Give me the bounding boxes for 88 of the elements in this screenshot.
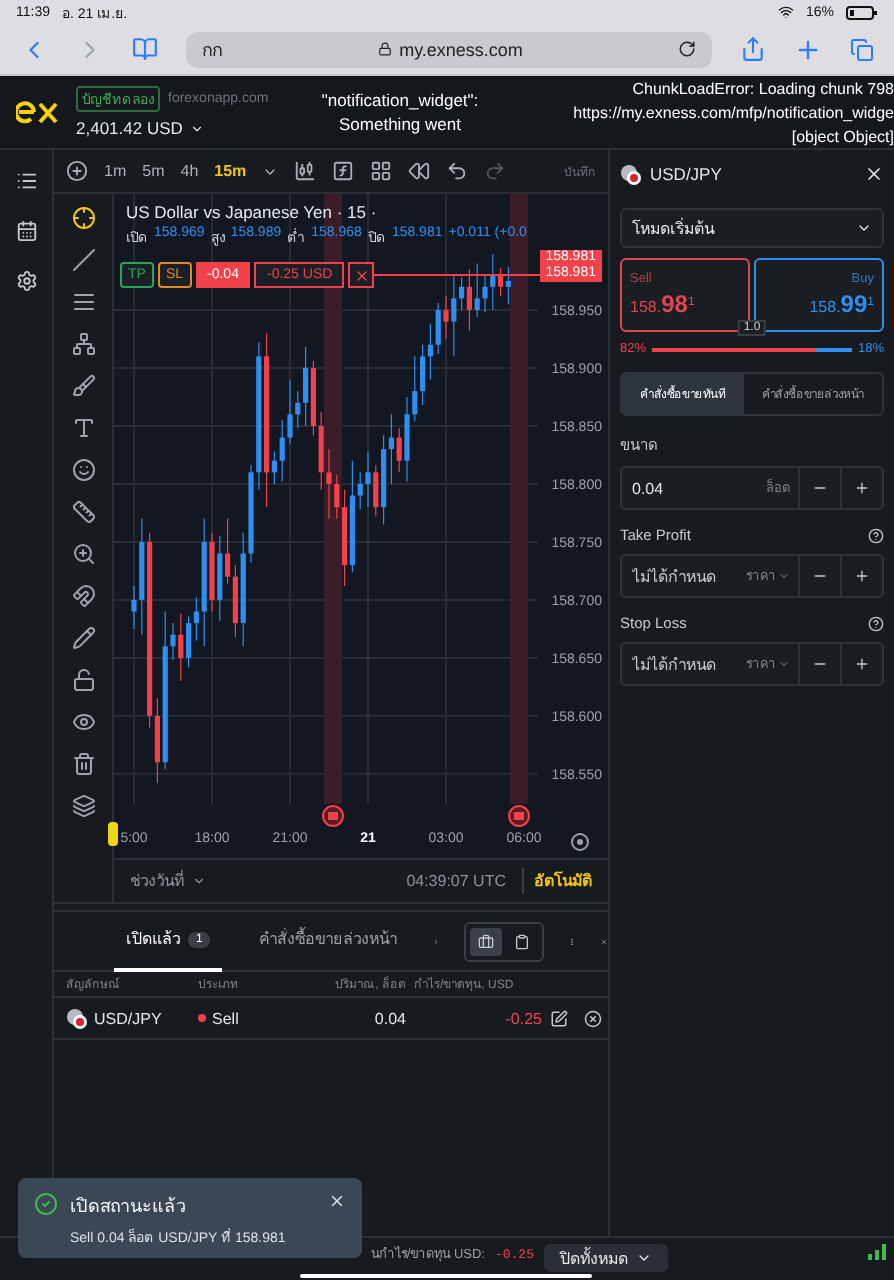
zoom-in-icon[interactable] <box>71 542 95 566</box>
close-icon[interactable] <box>864 164 884 184</box>
magnet-icon[interactable] <box>71 584 95 608</box>
calendar-icon[interactable] <box>15 220 37 242</box>
chevron-down-icon <box>192 874 206 889</box>
crosshair-icon[interactable] <box>71 206 95 230</box>
error-text: [object Object] <box>791 127 894 145</box>
error-text: Something went <box>339 114 461 134</box>
clipboard-icon <box>514 933 531 949</box>
help-icon[interactable] <box>868 527 884 543</box>
chevron-down-icon <box>636 1250 652 1266</box>
new-tab-icon[interactable] <box>794 35 822 63</box>
balance-text[interactable]: 2,401.42 USD <box>76 118 183 138</box>
address-bar[interactable]: กก my.exness.com <box>186 31 712 67</box>
briefcase-button[interactable] <box>470 927 503 955</box>
timeframe-tab[interactable]: 15m <box>214 162 247 180</box>
indicators-icon[interactable] <box>332 160 355 182</box>
signal-icon <box>868 1244 886 1260</box>
trend-line-icon[interactable] <box>71 248 95 272</box>
error-text: "notification_widget": <box>321 90 479 110</box>
lines-icon[interactable] <box>71 290 95 314</box>
timeframe-tab[interactable]: 1m <box>104 162 127 180</box>
edit-icon[interactable] <box>550 1009 568 1027</box>
auto-button[interactable]: อัตโนมัติ <box>522 868 592 895</box>
error-text: ChunkLoadError: Loading chunk 798 <box>632 79 894 97</box>
volume-cell-text: 0.04 <box>372 1007 406 1031</box>
pattern-icon[interactable] <box>71 332 95 356</box>
unlock-icon[interactable] <box>71 668 95 692</box>
chevron-down-icon <box>778 570 790 582</box>
settings-icon[interactable] <box>571 833 589 851</box>
close-button[interactable] <box>348 262 375 288</box>
toast-title: เปิดสถานะแล้ว <box>70 1194 188 1220</box>
wifi-icon <box>777 4 794 20</box>
ruler-icon[interactable] <box>71 500 95 524</box>
rewind-icon[interactable] <box>408 160 431 182</box>
smiley-icon[interactable] <box>71 458 95 482</box>
plus-icon <box>854 568 870 584</box>
text-icon[interactable] <box>71 416 95 440</box>
add-icon[interactable] <box>66 160 88 182</box>
symbol-title: USD/JPY <box>650 164 722 184</box>
chevron-down-icon[interactable] <box>190 121 205 135</box>
date-range-button[interactable]: ช่วงวันที่ <box>130 868 184 895</box>
reload-icon[interactable] <box>678 40 697 58</box>
text-size-button[interactable]: กก <box>202 35 222 63</box>
close-position-icon[interactable] <box>584 1009 602 1027</box>
close-icon <box>353 267 370 283</box>
type-cell: Sell <box>198 998 302 1038</box>
battery-icon <box>846 5 878 19</box>
event-marker <box>322 805 344 827</box>
symbol-cell[interactable]: USD/JPY <box>66 998 190 1038</box>
input-field[interactable]: 0.04 <box>622 479 766 497</box>
flag-icon <box>620 163 642 185</box>
trash-icon[interactable] <box>71 752 95 776</box>
grid-icon[interactable] <box>370 160 393 182</box>
plus-icon <box>854 656 870 672</box>
lock-icon <box>377 42 392 56</box>
positions-tab[interactable]: คำสั่งซื้อขายล่วงหน้า <box>246 911 409 971</box>
chevron-down-icon <box>856 220 872 236</box>
settings-icon[interactable] <box>15 270 37 292</box>
share-icon[interactable] <box>740 36 766 62</box>
chart-title: US Dollar vs Japanese Yen · 15 · <box>126 202 379 222</box>
flag-icon <box>66 1007 88 1029</box>
brush-icon[interactable] <box>71 374 95 398</box>
bookmarks-icon[interactable] <box>132 36 158 62</box>
chevron-down-icon <box>778 658 790 670</box>
briefcase-icon <box>478 933 495 949</box>
logo-icon <box>16 100 60 124</box>
candles-icon[interactable] <box>294 160 317 182</box>
success-icon <box>34 1192 58 1216</box>
utc-clock: 04:39:07 UTC <box>406 872 506 891</box>
layers-icon[interactable] <box>71 794 95 818</box>
tabs-icon[interactable] <box>850 37 874 61</box>
sell-dot-icon <box>198 1014 206 1022</box>
url-text: my.exness.com <box>399 39 523 59</box>
close-all-button[interactable]: ปิดทั้งหมด <box>544 1244 668 1272</box>
error-text: https://my.exness.com/mfp/notification_widge <box>573 103 894 121</box>
eye-icon[interactable] <box>71 710 95 734</box>
collapse-handle[interactable] <box>108 822 118 847</box>
plus-icon <box>854 480 870 496</box>
timeframe-tab[interactable]: 5m <box>142 162 165 180</box>
undo-icon[interactable] <box>446 160 469 182</box>
profit-cell-text: -0.25 <box>503 1007 542 1031</box>
close-icon <box>328 1192 346 1210</box>
mode-dropdown[interactable]: โหมดเริ่มต้น <box>620 208 884 248</box>
timeframe-tab[interactable]: 4h <box>180 162 199 180</box>
help-icon[interactable] <box>868 615 884 631</box>
pencil-icon[interactable] <box>71 626 95 650</box>
event-marker <box>508 805 530 827</box>
